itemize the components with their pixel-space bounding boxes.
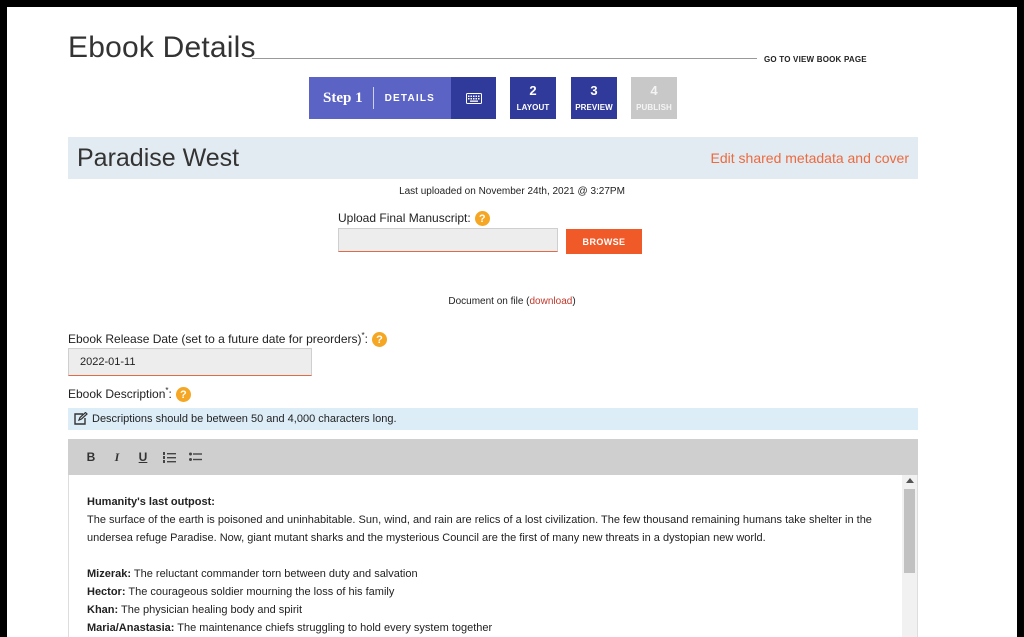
character-desc: The physician healing body and spirit: [118, 604, 303, 616]
document-on-file-text: Document on file (download): [7, 296, 1017, 307]
character-desc: The maintenance chiefs struggling to hol…: [174, 622, 493, 634]
step-number: 4: [650, 83, 658, 98]
character-line: Khan: The physician healing body and spi…: [87, 601, 892, 619]
release-date-input[interactable]: 2022-01-11: [68, 348, 312, 376]
description-paragraph: The surface of the earth is poisoned and…: [87, 514, 872, 544]
description-label-text: Ebook Description: [68, 387, 166, 401]
character-name: Mizerak:: [87, 568, 132, 580]
edit-shared-metadata-link[interactable]: Edit shared metadata and cover: [711, 150, 909, 166]
character-desc: The reluctant commander torn between dut…: [131, 568, 418, 580]
description-info-text: Descriptions should be between 50 and 4,…: [92, 413, 397, 425]
character-desc: The courageous soldier mourning the loss…: [125, 586, 395, 598]
description-heading: Humanity's last outpost:: [87, 496, 215, 508]
ebook-description-label: Ebook Description*:?: [68, 386, 191, 403]
step-2-layout[interactable]: 2 LAYOUT: [510, 77, 556, 119]
character-line: Mizerak: The reluctant commander torn be…: [87, 565, 892, 583]
book-title-bar: Paradise West Edit shared metadata and c…: [68, 137, 918, 179]
editor-toolbar: B I U: [68, 439, 918, 475]
step-3-preview[interactable]: 3 PREVIEW: [571, 77, 617, 119]
release-label-text: Ebook Release Date (set to a future date…: [68, 332, 362, 346]
upload-label-text: Upload Final Manuscript:: [338, 211, 471, 225]
help-icon[interactable]: ?: [175, 387, 191, 403]
title-divider: [252, 58, 757, 59]
step-1-label: Step 1: [323, 89, 363, 106]
character-name: Khan:: [87, 604, 119, 616]
editor-scrollbar[interactable]: [902, 475, 917, 637]
italic-button[interactable]: I: [110, 450, 124, 465]
step-4-publish: 4 PUBLISH: [631, 77, 677, 119]
doc-suffix: ): [572, 296, 576, 307]
underline-button[interactable]: U: [136, 450, 150, 464]
bullet-list-icon[interactable]: [188, 452, 202, 462]
character-name: Hector:: [87, 586, 126, 598]
download-link[interactable]: download: [530, 296, 573, 307]
browse-button[interactable]: BROWSE: [566, 229, 642, 254]
go-to-view-book-page-link[interactable]: GO TO VIEW BOOK PAGE: [764, 55, 867, 64]
step-1-divider: [372, 87, 374, 109]
step-1-sublabel: DETAILS: [384, 92, 436, 104]
scroll-up-arrow-icon[interactable]: [906, 478, 914, 483]
label-colon: :: [168, 387, 172, 401]
page-title: Ebook Details: [68, 31, 256, 64]
manuscript-file-input[interactable]: [338, 228, 558, 252]
description-editor[interactable]: Humanity's last outpost: The surface of …: [68, 475, 918, 637]
character-line: Maria/Anastasia: The maintenance chiefs …: [87, 619, 892, 637]
step-number: 2: [529, 83, 537, 98]
step-label: PUBLISH: [636, 103, 672, 112]
release-date-label: Ebook Release Date (set to a future date…: [68, 331, 387, 348]
step-number: 3: [590, 83, 598, 98]
last-uploaded-text: Last uploaded on November 24th, 2021 @ 3…: [399, 186, 625, 197]
help-icon[interactable]: ?: [371, 332, 387, 348]
doc-prefix: Document on file (: [448, 296, 530, 307]
label-colon: :: [364, 332, 368, 346]
character-name: Maria/Anastasia:: [87, 622, 175, 634]
scrollbar-thumb[interactable]: [904, 489, 915, 573]
help-icon[interactable]: ?: [474, 211, 490, 227]
bold-button[interactable]: B: [84, 450, 98, 464]
upload-manuscript-label: Upload Final Manuscript:?: [338, 211, 490, 227]
book-title: Paradise West: [77, 144, 240, 172]
step-label: PREVIEW: [575, 103, 613, 112]
page: Ebook Details GO TO VIEW BOOK PAGE Step …: [7, 7, 1017, 637]
step-label: LAYOUT: [516, 103, 550, 112]
edit-note-icon: [73, 412, 88, 426]
description-info-banner: Descriptions should be between 50 and 4,…: [68, 408, 918, 430]
keyboard-icon: [451, 77, 496, 119]
ordered-list-icon[interactable]: [162, 451, 176, 463]
editor-content[interactable]: Humanity's last outpost: The surface of …: [87, 493, 892, 637]
step-1-details[interactable]: Step 1 DETAILS: [309, 77, 496, 119]
character-line: Hector: The courageous soldier mourning …: [87, 583, 892, 601]
